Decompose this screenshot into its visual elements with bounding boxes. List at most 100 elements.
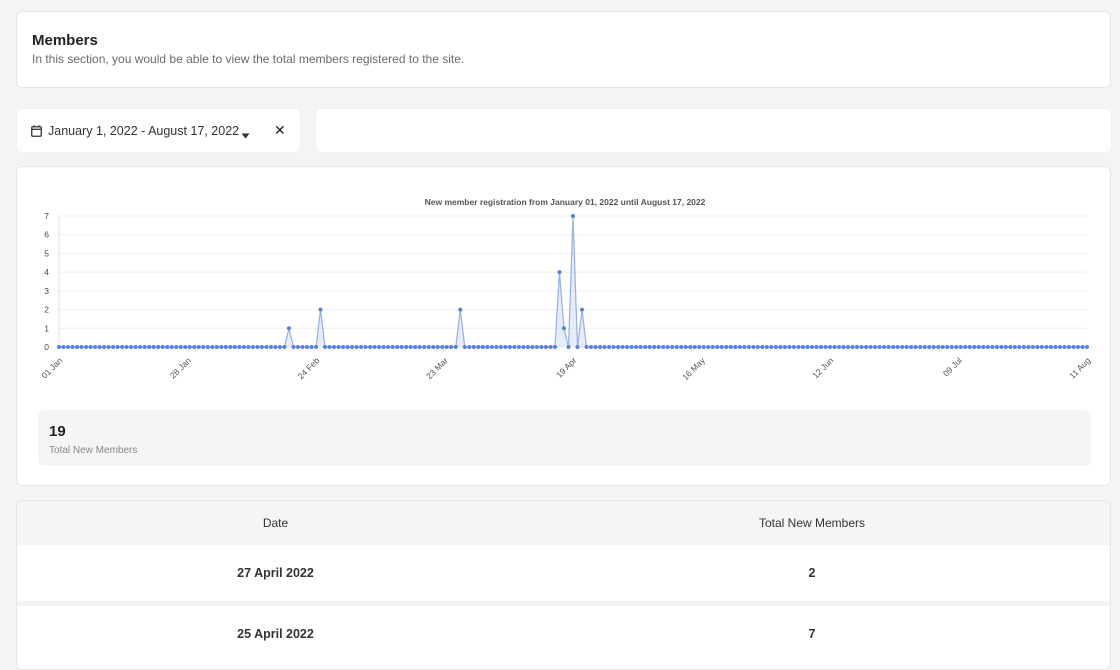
data-point — [341, 345, 346, 349]
data-point — [183, 345, 188, 349]
data-point — [390, 345, 395, 349]
data-point — [165, 345, 170, 349]
data-point — [566, 345, 571, 349]
data-point — [534, 345, 539, 349]
data-point — [598, 345, 603, 349]
data-point — [936, 345, 941, 349]
data-point — [552, 345, 557, 349]
data-point — [61, 345, 66, 349]
data-point — [909, 345, 914, 349]
data-point — [683, 345, 688, 349]
data-point — [507, 345, 512, 349]
data-point — [778, 345, 783, 349]
data-point — [661, 345, 666, 349]
data-point — [665, 345, 670, 349]
clear-date-button[interactable]: ✕ — [274, 122, 286, 139]
data-point — [1044, 345, 1049, 349]
data-point — [1021, 345, 1026, 349]
data-point — [422, 345, 427, 349]
data-point — [814, 345, 819, 349]
data-point — [616, 345, 621, 349]
data-point — [147, 345, 152, 349]
data-point — [891, 345, 896, 349]
data-point — [444, 345, 449, 349]
data-point — [1057, 345, 1062, 349]
caret-down-icon[interactable] — [241, 126, 250, 144]
data-point — [634, 345, 639, 349]
data-point — [625, 345, 630, 349]
data-point — [963, 345, 968, 349]
data-point — [773, 345, 778, 349]
data-point — [954, 345, 959, 349]
data-point — [787, 345, 792, 349]
data-point — [859, 345, 864, 349]
data-point — [282, 345, 287, 349]
data-point — [1080, 345, 1085, 349]
data-point — [543, 345, 548, 349]
data-point — [981, 345, 986, 349]
data-point — [1071, 345, 1076, 349]
date-range-picker[interactable]: January 1, 2022 - August 17, 2022 ✕ — [16, 108, 301, 153]
data-point — [485, 345, 490, 349]
data-point — [931, 345, 936, 349]
data-point — [670, 345, 675, 349]
page-description: In this section, you would be able to vi… — [32, 52, 465, 66]
data-point — [1075, 345, 1080, 349]
data-point — [156, 345, 161, 349]
y-axis: 0 1 2 3 4 5 6 7 — [44, 211, 49, 352]
chart-series — [59, 215, 1087, 348]
data-point — [733, 345, 738, 349]
data-point — [580, 307, 585, 312]
y-tick-label: 2 — [44, 305, 49, 315]
data-point — [809, 345, 814, 349]
data-point — [142, 345, 147, 349]
data-point — [868, 345, 873, 349]
data-point — [102, 345, 107, 349]
data-point — [521, 345, 526, 349]
data-point — [652, 345, 657, 349]
data-point — [250, 345, 255, 349]
data-point — [88, 345, 93, 349]
y-tick-label: 5 — [44, 248, 49, 258]
date-range-label[interactable]: January 1, 2022 - August 17, 2022 — [48, 124, 239, 138]
table-row: 27 April 2022 2 — [17, 545, 1110, 601]
data-point — [449, 345, 454, 349]
data-point — [1012, 345, 1017, 349]
data-point — [368, 345, 373, 349]
data-point — [70, 345, 75, 349]
data-point — [503, 345, 508, 349]
data-point — [864, 345, 869, 349]
x-tick-label: 24 Feb — [296, 355, 322, 381]
data-point — [755, 345, 760, 349]
data-point — [192, 345, 197, 349]
data-point — [494, 345, 499, 349]
data-point — [647, 345, 652, 349]
data-point — [408, 345, 413, 349]
chart-card: New member registration from January 01,… — [16, 166, 1111, 486]
data-point — [93, 345, 98, 349]
data-point — [895, 345, 900, 349]
data-point — [855, 345, 860, 349]
data-point — [1062, 345, 1067, 349]
data-point — [259, 345, 264, 349]
data-point — [918, 345, 923, 349]
data-point — [332, 345, 337, 349]
data-point — [882, 345, 887, 349]
data-point — [124, 345, 129, 349]
data-point — [737, 345, 742, 349]
table-row: 25 April 2022 7 — [17, 606, 1110, 662]
data-point — [219, 345, 224, 349]
data-point — [471, 345, 476, 349]
data-point — [1030, 345, 1035, 349]
data-point — [791, 345, 796, 349]
data-point — [724, 345, 729, 349]
data-point — [638, 345, 643, 349]
data-point — [823, 345, 828, 349]
column-header-total[interactable]: Total New Members — [534, 516, 1090, 530]
column-header-date[interactable]: Date — [17, 516, 534, 530]
data-point — [913, 345, 918, 349]
data-point — [746, 345, 751, 349]
data-point — [719, 345, 724, 349]
data-point — [1048, 345, 1053, 349]
data-point — [345, 345, 350, 349]
